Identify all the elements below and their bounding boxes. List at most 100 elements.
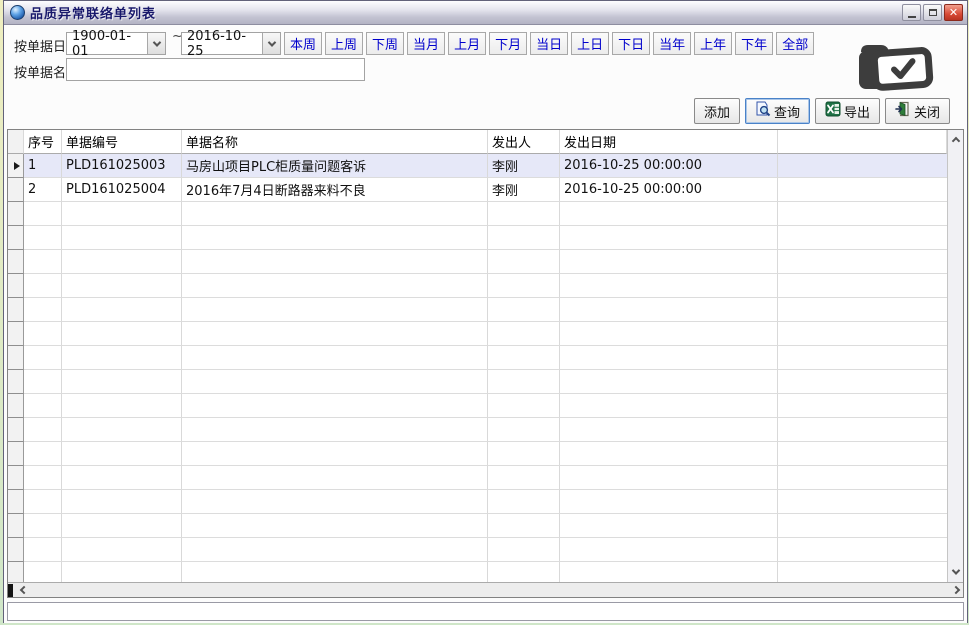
app-window: 品质异常联络单列表 ✕ 按单据日期 1900-01-01 ~ 2016-10-2… — [3, 0, 968, 623]
cell-code[interactable]: PLD161025003 — [62, 154, 182, 178]
empty-cell — [62, 514, 182, 538]
date-from-combobox[interactable]: 1900-01-01 — [66, 32, 166, 55]
empty-cell — [488, 226, 560, 250]
quick-button-tomorrow[interactable]: 下日 — [612, 32, 650, 55]
empty-cell — [24, 442, 62, 466]
table-row[interactable]: 1 PLD161025003 马房山项目PLC柜质量问题客诉 李刚 2016-1… — [8, 154, 947, 178]
cell-seq[interactable]: 1 — [24, 154, 62, 178]
empty-cell — [488, 298, 560, 322]
quick-button-next-month[interactable]: 下月 — [489, 32, 527, 55]
empty-cell — [488, 562, 560, 582]
scroll-down-button[interactable] — [949, 565, 963, 578]
empty-cell — [778, 538, 947, 562]
close-button[interactable]: ✕ — [944, 4, 963, 21]
export-button[interactable]: 导出 — [815, 98, 880, 124]
horizontal-scrollbar[interactable] — [8, 582, 963, 597]
quick-button-yesterday[interactable]: 上日 — [571, 32, 609, 55]
empty-cell — [24, 490, 62, 514]
cell-issuer[interactable]: 李刚 — [488, 154, 560, 178]
empty-cell — [778, 298, 947, 322]
maximize-icon — [929, 9, 937, 16]
quick-button-last-year[interactable]: 上年 — [694, 32, 732, 55]
empty-cell — [778, 442, 947, 466]
empty-cell — [778, 322, 947, 346]
empty-cell — [8, 394, 24, 418]
empty-cell — [24, 250, 62, 274]
close-window-button[interactable]: 关闭 — [885, 98, 950, 124]
empty-cell — [62, 202, 182, 226]
date-to-combobox[interactable]: 2016-10-25 — [181, 32, 281, 55]
scroll-left-button[interactable] — [17, 584, 31, 597]
date-from-dropdown-arrow[interactable] — [147, 33, 165, 54]
grid-empty-rows — [8, 202, 947, 582]
quick-button-next-year[interactable]: 下年 — [735, 32, 773, 55]
vertical-scrollbar[interactable] — [947, 130, 963, 582]
query-button[interactable]: 查询 — [745, 98, 810, 124]
scroll-up-button[interactable] — [949, 134, 963, 147]
quick-button-this-year[interactable]: 当年 — [653, 32, 691, 55]
empty-cell — [560, 202, 778, 226]
empty-cell — [488, 370, 560, 394]
empty-cell — [560, 394, 778, 418]
empty-cell — [62, 442, 182, 466]
column-header-code[interactable]: 单据编号 — [62, 130, 182, 154]
empty-cell — [560, 442, 778, 466]
empty-cell — [62, 274, 182, 298]
empty-row — [8, 562, 947, 582]
column-header-issuer[interactable]: 发出人 — [488, 130, 560, 154]
cell-name[interactable]: 马房山项目PLC柜质量问题客诉 — [182, 154, 488, 178]
quick-button-today[interactable]: 当日 — [530, 32, 568, 55]
cell-filler — [778, 154, 947, 178]
horizontal-scroll-thumb[interactable] — [8, 584, 13, 597]
row-selector-header — [8, 130, 24, 154]
cell-date[interactable]: 2016-10-25 00:00:00 — [560, 154, 778, 178]
column-header-date[interactable]: 发出日期 — [560, 130, 778, 154]
empty-cell — [778, 490, 947, 514]
empty-cell — [182, 346, 488, 370]
chevron-up-icon — [951, 136, 959, 144]
empty-cell — [182, 274, 488, 298]
quick-button-all[interactable]: 全部 — [776, 32, 814, 55]
row-selector-cell[interactable] — [8, 178, 24, 202]
empty-cell — [778, 250, 947, 274]
empty-cell — [560, 370, 778, 394]
quick-button-last-month[interactable]: 上月 — [448, 32, 486, 55]
empty-cell — [778, 514, 947, 538]
quick-button-this-month[interactable]: 当月 — [407, 32, 445, 55]
quick-button-this-week[interactable]: 本周 — [284, 32, 322, 55]
minimize-button[interactable] — [902, 4, 921, 21]
column-header-name[interactable]: 单据名称 — [182, 130, 488, 154]
cell-seq[interactable]: 2 — [24, 178, 62, 202]
empty-cell — [62, 226, 182, 250]
cell-date[interactable]: 2016-10-25 00:00:00 — [560, 178, 778, 202]
maximize-button[interactable] — [923, 4, 942, 21]
table-row[interactable]: 2 PLD161025004 2016年7月4日断路器来料不良 李刚 2016-… — [8, 178, 947, 202]
empty-cell — [778, 346, 947, 370]
scroll-right-button[interactable] — [949, 584, 963, 597]
name-filter-input[interactable] — [66, 58, 365, 81]
empty-row — [8, 274, 947, 298]
quick-button-next-week[interactable]: 下周 — [366, 32, 404, 55]
empty-cell — [8, 346, 24, 370]
cell-code[interactable]: PLD161025004 — [62, 178, 182, 202]
row-selector-cell[interactable] — [8, 154, 24, 178]
empty-cell — [182, 298, 488, 322]
empty-cell — [8, 418, 24, 442]
cell-name[interactable]: 2016年7月4日断路器来料不良 — [182, 178, 488, 202]
empty-cell — [560, 418, 778, 442]
date-to-dropdown-arrow[interactable] — [262, 33, 280, 54]
empty-cell — [560, 490, 778, 514]
empty-row — [8, 394, 947, 418]
column-header-seq[interactable]: 序号 — [24, 130, 62, 154]
empty-cell — [182, 322, 488, 346]
empty-cell — [778, 418, 947, 442]
add-button[interactable]: 添加 — [694, 98, 740, 124]
empty-cell — [778, 274, 947, 298]
date-from-value: 1900-01-01 — [67, 29, 147, 59]
cell-issuer[interactable]: 李刚 — [488, 178, 560, 202]
empty-cell — [560, 514, 778, 538]
window-body: 按单据日期 1900-01-01 ~ 2016-10-25 本周 上周 下周 当… — [4, 25, 967, 623]
empty-cell — [778, 226, 947, 250]
empty-cell — [488, 466, 560, 490]
quick-button-last-week[interactable]: 上周 — [325, 32, 363, 55]
